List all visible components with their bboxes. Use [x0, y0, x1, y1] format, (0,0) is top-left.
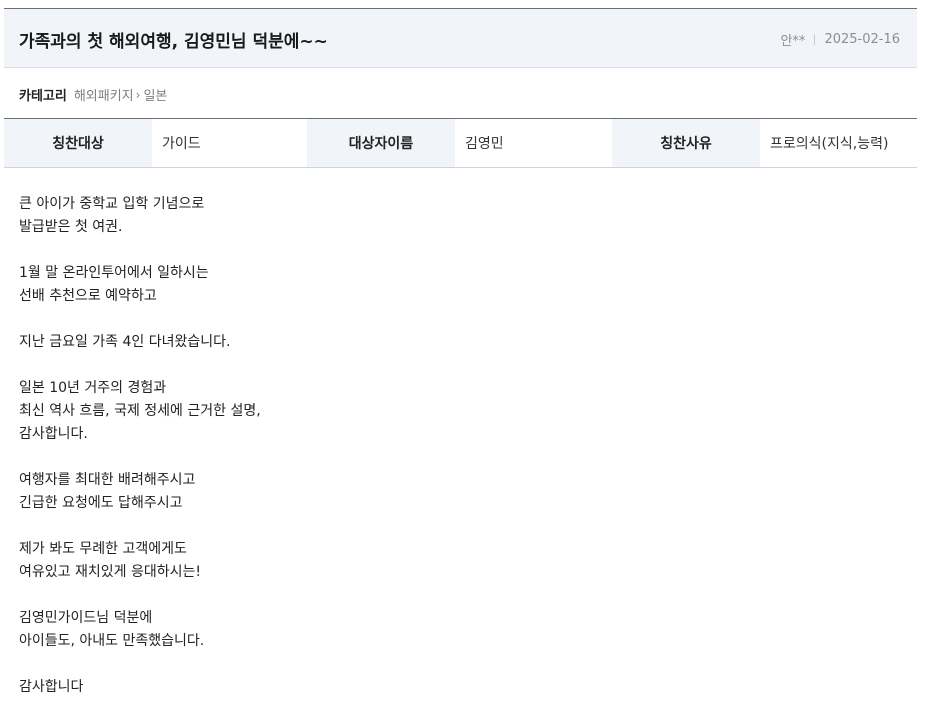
body-line: 지난 금요일 가족 4인 다녀왔습니다.	[19, 334, 231, 350]
praise-reason-value: 프로의식(지식,능력)	[760, 119, 917, 167]
body-line: 여유있고 재치있게 응대하시는!	[19, 564, 201, 580]
body-paragraph: 감사합니다	[19, 676, 899, 699]
body-paragraph: 김영민가이드님 덕분에 아이들도, 아내도 만족했습니다.	[19, 607, 899, 653]
body-line: 발급받은 첫 여권.	[19, 219, 123, 235]
body-paragraph: 지난 금요일 가족 4인 다녀왔습니다.	[19, 331, 899, 354]
body-paragraph: 큰 아이가 중학교 입학 기념으로 발급받은 첫 여권.	[19, 193, 899, 239]
body-paragraph: 여행자를 최대한 배려해주시고 긴급한 요청에도 답해주시고	[19, 469, 899, 515]
post-header: 가족과의 첫 해외여행, 김영민님 덕분에~~ 안** 2025-02-16	[4, 8, 917, 68]
body-line: 김영민가이드님 덕분에	[19, 610, 153, 626]
post-author: 안**	[780, 34, 806, 49]
chevron-right-icon: ›	[135, 87, 141, 102]
post-meta: 안** 2025-02-16	[780, 30, 900, 49]
body-line: 1월 말 온라인투어에서 일하시는	[19, 265, 209, 281]
body-line: 긴급한 요청에도 답해주시고	[19, 495, 183, 511]
body-line: 제가 봐도 무례한 고객에게도	[19, 541, 187, 557]
post-detail: 가족과의 첫 해외여행, 김영민님 덕분에~~ 안** 2025-02-16 카…	[0, 0, 926, 703]
body-line: 일본 10년 거주의 경험과	[19, 380, 167, 396]
post-body: 큰 아이가 중학교 입학 기념으로 발급받은 첫 여권. 1월 말 온라인투어에…	[19, 193, 899, 703]
category-child: 일본	[143, 89, 168, 104]
body-paragraph: 일본 10년 거주의 경험과 최신 역사 흐름, 국제 정세에 근거한 설명, …	[19, 377, 899, 446]
body-line: 감사합니다.	[19, 426, 88, 442]
body-line: 아이들도, 아내도 만족했습니다.	[19, 633, 205, 649]
target-name-header: 대상자이름	[307, 119, 455, 167]
meta-divider	[814, 34, 816, 45]
post-title: 가족과의 첫 해외여행, 김영민님 덕분에~~	[19, 32, 328, 52]
body-line: 감사합니다	[19, 679, 84, 695]
body-line: 큰 아이가 중학교 입학 기념으로	[19, 196, 205, 212]
praise-target-value: 가이드	[152, 119, 307, 167]
praise-info-table: 칭찬대상 가이드 대상자이름 김영민 칭찬사유 프로의식(지식,능력)	[4, 118, 917, 168]
body-line: 여행자를 최대한 배려해주시고	[19, 472, 196, 488]
post-date: 2025-02-16	[824, 32, 900, 47]
category-parent: 해외패키지	[73, 89, 134, 104]
target-name-value: 김영민	[455, 119, 612, 167]
body-line: 선배 추천으로 예약하고	[19, 288, 157, 304]
body-paragraph: 1월 말 온라인투어에서 일하시는 선배 추천으로 예약하고	[19, 262, 899, 308]
body-paragraph: 제가 봐도 무례한 고객에게도 여유있고 재치있게 응대하시는!	[19, 538, 899, 584]
category-label: 카테고리	[19, 89, 67, 104]
praise-target-header: 칭찬대상	[4, 119, 152, 167]
category-row: 카테고리 해외패키지 › 일본	[19, 85, 168, 105]
praise-reason-header: 칭찬사유	[612, 119, 760, 167]
body-line: 최신 역사 흐름, 국제 정세에 근거한 설명,	[19, 403, 261, 419]
